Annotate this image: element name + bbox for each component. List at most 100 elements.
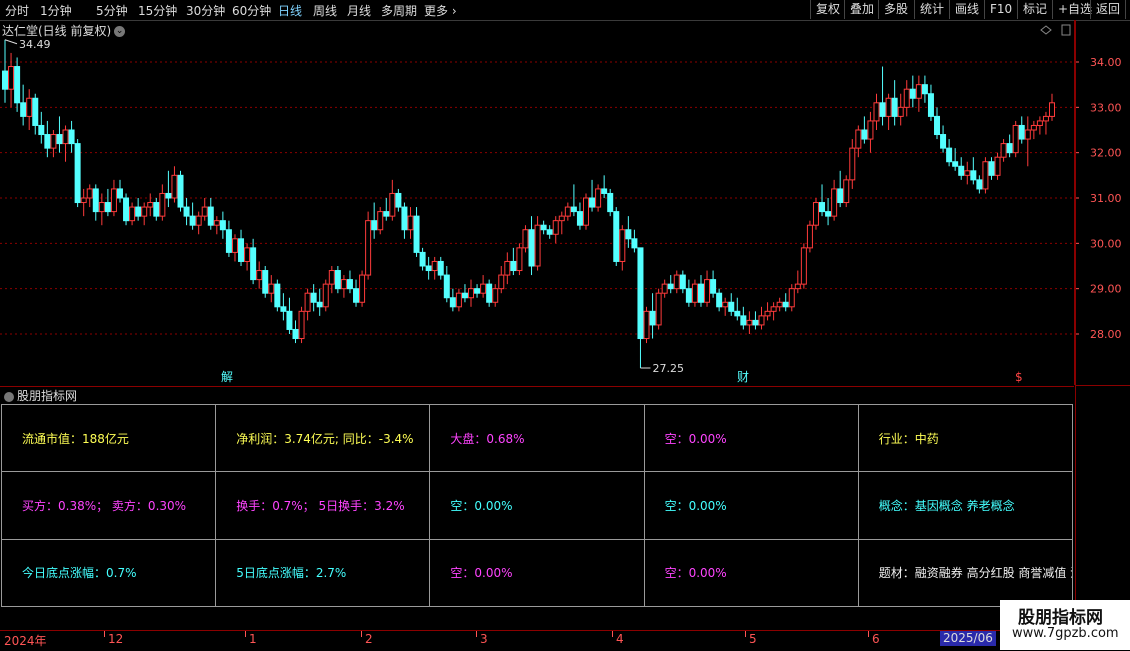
candle[interactable]: [44, 120, 51, 158]
candle[interactable]: [346, 270, 353, 294]
candle[interactable]: [649, 293, 656, 339]
candle[interactable]: [764, 302, 771, 321]
candle[interactable]: [56, 116, 63, 153]
candle[interactable]: [68, 120, 75, 153]
candle[interactable]: [316, 288, 323, 316]
candle[interactable]: [589, 179, 596, 212]
candle[interactable]: [62, 125, 69, 162]
candle[interactable]: [879, 66, 886, 126]
candle[interactable]: [595, 184, 602, 212]
candle[interactable]: [673, 270, 680, 294]
candle[interactable]: [758, 306, 765, 330]
candle[interactable]: [667, 275, 674, 294]
candle[interactable]: [213, 216, 220, 235]
candle[interactable]: [982, 157, 989, 194]
candle[interactable]: [940, 125, 947, 153]
candle[interactable]: [510, 247, 517, 276]
candle[interactable]: [201, 198, 208, 221]
candle[interactable]: [395, 188, 402, 212]
candle[interactable]: [752, 311, 759, 330]
draw-line-button[interactable]: 画线: [949, 0, 984, 19]
candle[interactable]: [800, 243, 807, 289]
candle[interactable]: [304, 288, 311, 321]
candle[interactable]: [437, 256, 444, 280]
candle[interactable]: [498, 266, 505, 294]
period-tab-5min[interactable]: 5分钟: [96, 2, 128, 19]
candle[interactable]: [425, 256, 432, 280]
candle[interactable]: [177, 170, 184, 212]
candle[interactable]: [419, 247, 426, 271]
candle[interactable]: [691, 279, 698, 307]
candle[interactable]: [952, 148, 959, 171]
candle[interactable]: [570, 184, 577, 217]
candle[interactable]: [1006, 134, 1013, 158]
candle[interactable]: [958, 157, 965, 180]
candle[interactable]: [20, 84, 27, 126]
candle[interactable]: [256, 261, 263, 289]
candle[interactable]: [540, 220, 547, 235]
candle[interactable]: [558, 211, 565, 235]
candle[interactable]: [576, 202, 583, 230]
restore-rights-button[interactable]: 复权: [810, 0, 845, 19]
candle[interactable]: [238, 229, 245, 266]
candle[interactable]: [927, 84, 934, 121]
candle[interactable]: [231, 234, 238, 262]
candle[interactable]: [873, 93, 880, 130]
candle[interactable]: [171, 166, 178, 203]
candle[interactable]: [812, 198, 819, 230]
mark-button[interactable]: 标记: [1017, 0, 1052, 19]
back-button[interactable]: 返回: [1090, 0, 1127, 19]
candle[interactable]: [704, 270, 711, 307]
candle[interactable]: [153, 198, 160, 221]
panel-toggle-icon[interactable]: [1061, 24, 1071, 36]
candle[interactable]: [934, 107, 941, 140]
candle[interactable]: [353, 279, 360, 307]
candle[interactable]: [728, 293, 735, 316]
candle[interactable]: [431, 256, 438, 280]
candle[interactable]: [825, 198, 832, 226]
f10-button[interactable]: F10: [984, 0, 1017, 19]
candle[interactable]: [486, 279, 493, 307]
candle[interactable]: [679, 270, 686, 294]
candle[interactable]: [582, 193, 589, 230]
period-tab-30min[interactable]: 30分钟: [186, 2, 225, 19]
candle[interactable]: [734, 297, 741, 321]
candle[interactable]: [522, 225, 529, 253]
candle[interactable]: [38, 111, 45, 144]
candle[interactable]: [837, 170, 844, 208]
candle[interactable]: [909, 75, 916, 108]
candle[interactable]: [280, 293, 287, 321]
candle[interactable]: [74, 139, 81, 208]
candle[interactable]: [183, 198, 190, 226]
candle[interactable]: [903, 80, 910, 117]
finance-marker[interactable]: 财: [737, 370, 749, 384]
candle[interactable]: [468, 279, 475, 307]
period-tab-15min[interactable]: 15分钟: [138, 2, 177, 19]
period-tab-60min[interactable]: 60分钟: [232, 2, 271, 19]
candle[interactable]: [244, 243, 251, 271]
candle[interactable]: [891, 80, 898, 126]
candle[interactable]: [268, 275, 275, 303]
candle[interactable]: [1036, 116, 1043, 135]
candle[interactable]: [449, 288, 456, 312]
candle[interactable]: [165, 170, 172, 208]
candle[interactable]: [746, 311, 753, 334]
candle[interactable]: [607, 188, 614, 217]
candle[interactable]: [340, 275, 347, 298]
candle[interactable]: [782, 293, 789, 312]
candle[interactable]: [552, 216, 559, 244]
candle[interactable]: [298, 306, 305, 344]
candle[interactable]: [946, 139, 953, 167]
candle[interactable]: [377, 207, 384, 235]
candle[interactable]: [970, 157, 977, 185]
candle[interactable]: [474, 284, 481, 298]
candle[interactable]: [455, 288, 462, 312]
candle[interactable]: [407, 207, 414, 239]
candlestick-chart[interactable]: 34.0033.0032.0031.0030.0029.0028.00 34.4…: [0, 20, 1130, 385]
candle[interactable]: [32, 93, 39, 135]
diamond-icon[interactable]: [1040, 25, 1052, 35]
candle[interactable]: [110, 179, 117, 217]
candle[interactable]: [371, 202, 378, 239]
candle[interactable]: [141, 202, 148, 226]
multi-stock-button[interactable]: 多股: [878, 0, 913, 19]
